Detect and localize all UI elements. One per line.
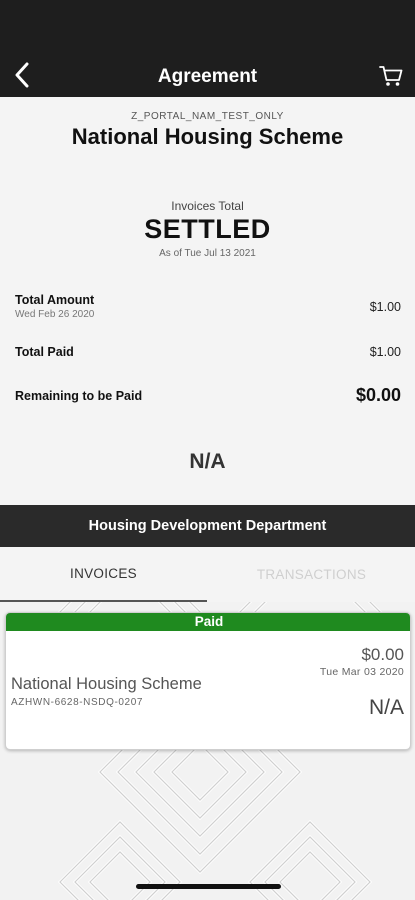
chevron-left-icon (15, 62, 29, 88)
invoice-amount: $0.00 (361, 645, 404, 664)
page-title: Agreement (157, 65, 258, 87)
invoice-reference: AZHWN-6628-NSDQ-0207 (11, 697, 144, 708)
nav-bar: Agreement (0, 56, 415, 97)
total-paid-value: $1.00 (369, 345, 401, 359)
total-amount-value: $1.00 (369, 300, 401, 314)
home-indicator (136, 884, 281, 889)
tab-bar: INVOICES TRANSACTIONS (0, 547, 415, 602)
extra-value: N/A (189, 450, 226, 473)
remaining-label: Remaining to be Paid (15, 389, 143, 403)
invoice-extra: N/A (368, 696, 404, 719)
invoice-title: National Housing Scheme (11, 675, 202, 693)
invoices-total-status: SETTLED (144, 214, 271, 244)
back-button[interactable] (8, 58, 36, 92)
as-of-date: As of Tue Jul 13 2021 (159, 248, 256, 259)
status-bar (0, 0, 415, 56)
remaining-value: $0.00 (355, 385, 401, 405)
invoice-card[interactable]: Paid $0.00 Tue Mar 03 2020 National Hous… (5, 612, 411, 750)
tab-transactions[interactable]: TRANSACTIONS (208, 547, 415, 602)
agreement-summary: Z_PORTAL_NAM_TEST_ONLY National Housing … (0, 97, 415, 505)
paid-badge: Paid (6, 613, 410, 631)
total-amount-date: Wed Feb 26 2020 (15, 309, 95, 320)
department-bar: Housing Development Department (0, 505, 415, 547)
invoice-date: Tue Mar 03 2020 (319, 666, 404, 678)
department-title: Housing Development Department (88, 518, 327, 534)
portal-code: Z_PORTAL_NAM_TEST_ONLY (131, 111, 284, 122)
total-paid-label: Total Paid (15, 345, 74, 359)
invoices-total-label: Invoices Total (171, 199, 244, 213)
agreement-title: National Housing Scheme (71, 124, 344, 149)
cart-button[interactable] (377, 60, 405, 92)
cart-icon (379, 66, 403, 86)
total-amount-label: Total Amount (15, 293, 95, 307)
tab-invoices[interactable]: INVOICES (0, 547, 207, 602)
